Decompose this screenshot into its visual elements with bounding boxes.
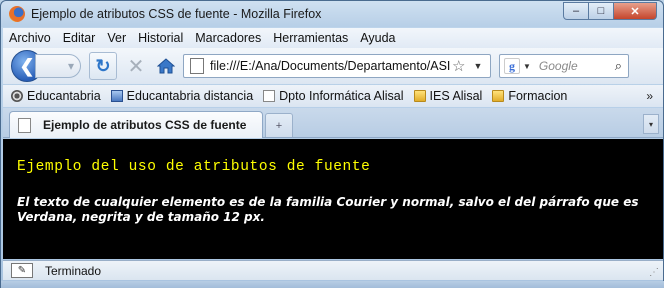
bookmark-star-icon[interactable]: ☆ <box>452 57 465 75</box>
firefox-icon <box>9 6 25 22</box>
bookmarks-toolbar: Educantabria Educantabria distancia Dpto… <box>3 85 663 107</box>
gear-icon <box>11 90 23 102</box>
bookmark-label: IES Alisal <box>429 89 483 103</box>
menu-bar: Archivo Editar Ver Historial Marcadores … <box>3 28 663 48</box>
menu-editar[interactable]: Editar <box>57 31 102 45</box>
status-text: Terminado <box>45 263 102 278</box>
bookmark-label: Educantabria distancia <box>126 89 254 103</box>
reload-icon: ↻ <box>95 55 111 76</box>
navigation-toolbar: ❮ ▾ ↻ ✕ file:///E:/Ana/Documents/Departa… <box>3 48 663 84</box>
blue-page-icon <box>110 90 123 102</box>
close-button[interactable]: ✕ <box>613 2 657 20</box>
window-controls: – □ ✕ <box>563 2 657 20</box>
resize-grip-icon[interactable]: ⋰ <box>649 267 659 278</box>
page-heading: Ejemplo del uso de atributos de fuente <box>17 159 371 175</box>
status-icon: ✎ <box>11 263 33 278</box>
menu-ver[interactable]: Ver <box>101 31 132 45</box>
window-title: Ejemplo de atributos CSS de fuente - Moz… <box>31 7 322 21</box>
folder-icon <box>492 90 505 102</box>
url-text[interactable]: file:///E:/Ana/Documents/Departamento/AS… <box>210 59 450 73</box>
bookmark-educantabria-distancia[interactable]: Educantabria distancia <box>110 89 254 103</box>
search-icon[interactable]: ⌕ <box>615 58 622 74</box>
chevron-down-icon: ▾ <box>67 59 74 73</box>
status-bar: ✎ Terminado ⋰ <box>3 260 663 280</box>
bookmark-label: Educantabria <box>27 89 101 103</box>
menu-marcadores[interactable]: Marcadores <box>189 31 267 45</box>
forward-button[interactable]: ▾ <box>35 54 81 78</box>
tab-label: Ejemplo de atributos CSS de fuente <box>43 118 247 132</box>
menu-herramientas[interactable]: Herramientas <box>267 31 354 45</box>
title-bar: Ejemplo de atributos CSS de fuente - Moz… <box>1 1 663 27</box>
search-bar[interactable]: g ▼ Google ⌕ <box>499 54 629 78</box>
bookmarks-more-button[interactable]: » <box>646 89 653 103</box>
bookmark-label: Dpto Informática Alisal <box>279 89 404 103</box>
arrow-left-icon: ❮ <box>19 55 35 76</box>
page-icon <box>263 90 276 102</box>
tab-list-button[interactable]: ▾ <box>643 114 659 134</box>
page-icon <box>190 58 204 74</box>
stop-icon: ✕ <box>127 55 145 78</box>
menu-historial[interactable]: Historial <box>132 31 189 45</box>
browser-window: Ejemplo de atributos CSS de fuente - Moz… <box>0 0 664 288</box>
reload-button[interactable]: ↻ <box>89 52 117 80</box>
minimize-button[interactable]: – <box>563 2 589 20</box>
menu-ayuda[interactable]: Ayuda <box>354 31 401 45</box>
new-tab-button[interactable]: + <box>265 113 293 137</box>
tab-active[interactable]: Ejemplo de atributos CSS de fuente <box>9 111 263 138</box>
url-dropdown-icon[interactable]: ▼ <box>473 61 482 71</box>
bookmark-label: Formacion <box>508 89 568 103</box>
stop-button[interactable]: ✕ <box>125 54 147 78</box>
page-icon <box>18 117 31 133</box>
page-paragraph: El texto de cualquier elemento es de la … <box>17 195 639 224</box>
chevron-down-icon[interactable]: ▼ <box>523 62 531 71</box>
page-content: Ejemplo del uso de atributos de fuente E… <box>3 139 663 259</box>
bookmark-formacion[interactable]: Formacion <box>492 89 567 103</box>
tab-strip: Ejemplo de atributos CSS de fuente + ▾ <box>3 108 663 138</box>
bookmark-dpto-informatica[interactable]: Dpto Informática Alisal <box>263 89 404 103</box>
maximize-button[interactable]: □ <box>588 2 614 20</box>
home-icon <box>157 58 175 74</box>
url-bar[interactable]: file:///E:/Ana/Documents/Departamento/AS… <box>183 54 491 78</box>
search-input[interactable]: Google <box>539 59 615 73</box>
window-bottom-frame <box>1 281 664 288</box>
google-icon[interactable]: g <box>504 58 520 74</box>
bookmark-educantabria[interactable]: Educantabria <box>11 89 101 103</box>
menu-archivo[interactable]: Archivo <box>3 31 57 45</box>
home-button[interactable] <box>153 54 179 78</box>
folder-icon <box>413 90 426 102</box>
bookmark-ies-alisal[interactable]: IES Alisal <box>413 89 483 103</box>
